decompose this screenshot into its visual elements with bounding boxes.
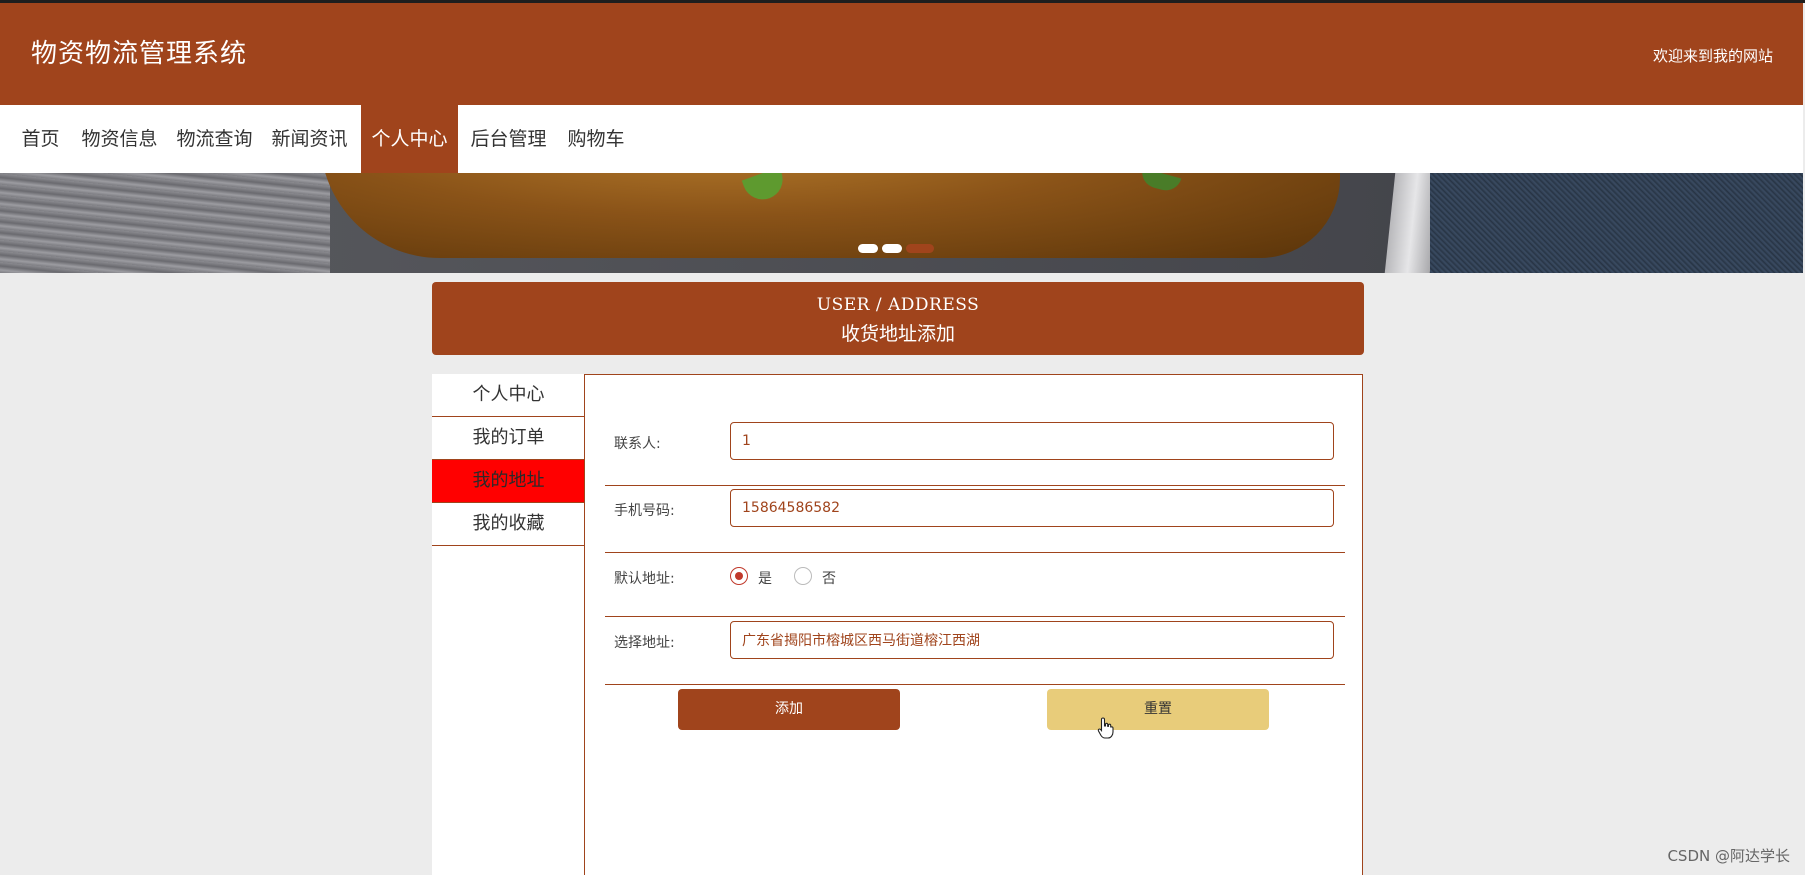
nav-home[interactable]: 首页 [12,105,69,173]
page-title-en: USER / ADDRESS [816,295,980,315]
default-no-label: 否 [822,571,836,587]
form-row-address: 选择地址: [605,621,1345,685]
site-title: 物资物流管理系统 [31,39,248,69]
hand-cursor-icon [1097,717,1114,739]
watermark: CSDN @阿达学长 [1667,847,1790,865]
address-form: 联系人: 手机号码: 默认地址: 是 否 选择地址: [584,374,1363,875]
banner-carousel [0,173,1803,273]
default-address-label: 默认地址: [614,571,675,587]
nav-cart[interactable]: 购物车 [561,105,631,173]
address-input[interactable] [730,621,1334,659]
address-label: 选择地址: [614,635,675,651]
nav-logistics-query[interactable]: 物流查询 [172,105,257,173]
reset-button[interactable]: 重置 [1047,689,1269,730]
form-row-phone: 手机号码: [605,489,1345,553]
phone-input[interactable] [730,489,1334,527]
main-nav: 首页 物资信息 物流查询 新闻资讯 个人中心 后台管理 购物车 [0,105,1803,173]
contact-label: 联系人: [614,436,661,452]
carousel-dot-2[interactable] [882,244,902,253]
nav-admin[interactable]: 后台管理 [466,105,551,173]
default-yes-label: 是 [758,571,772,587]
banner-image-food [320,173,1340,258]
page-title: 收货地址添加 [840,323,955,345]
sidebar-item-personal-center[interactable]: 个人中心 [432,374,585,417]
sidebar: 个人中心 我的订单 我的地址 我的收藏 [432,374,585,875]
carousel-dot-1[interactable] [858,244,878,253]
nav-material-info[interactable]: 物资信息 [77,105,162,173]
default-yes-radio[interactable] [730,567,748,585]
carousel-dot-3[interactable] [906,244,934,253]
add-button[interactable]: 添加 [678,689,900,730]
contact-input[interactable] [730,422,1334,460]
form-row-default-address: 默认地址: 是 否 [605,555,1345,617]
nav-news[interactable]: 新闻资讯 [267,105,352,173]
page-title-box: USER / ADDRESS 收货地址添加 [432,282,1364,355]
carousel-dots [858,244,938,263]
banner-image-wood [0,173,330,273]
sidebar-item-my-favorites[interactable]: 我的收藏 [432,503,585,546]
nav-personal-center[interactable]: 个人中心 [361,105,458,173]
sidebar-item-my-orders[interactable]: 我的订单 [432,417,585,460]
site-header: 物资物流管理系统 欢迎来到我的网站 [0,3,1803,105]
default-no-radio[interactable] [794,567,812,585]
welcome-text: 欢迎来到我的网站 [1652,47,1773,65]
form-row-contact: 联系人: [605,422,1345,486]
sidebar-item-my-address[interactable]: 我的地址 [432,460,585,503]
banner-image-cloth [1430,173,1803,273]
phone-label: 手机号码: [614,503,675,519]
